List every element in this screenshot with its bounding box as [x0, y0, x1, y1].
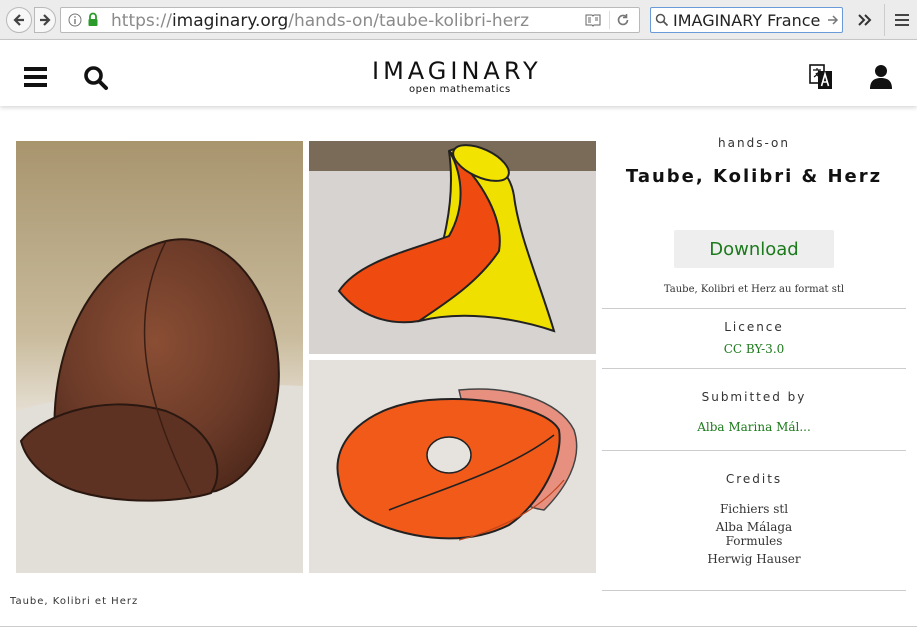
url-scheme: https://	[111, 11, 172, 31]
info-icon[interactable]	[68, 13, 82, 27]
site-header: IMAGINARY open mathematics	[0, 40, 917, 106]
search-text[interactable]: IMAGINARY France	[673, 11, 820, 30]
submitted-heading: Submitted by	[701, 390, 807, 404]
back-button[interactable]	[6, 7, 32, 33]
gallery-caption: Taube, Kolibri et Herz	[10, 596, 139, 607]
menu-icon[interactable]	[24, 67, 48, 87]
category-kicker[interactable]: hands-on	[602, 136, 906, 150]
download-button[interactable]: Download	[674, 230, 834, 268]
divider	[602, 590, 906, 591]
divider	[602, 308, 906, 309]
url-text[interactable]: https://imaginary.org/hands-on/taube-kol…	[111, 11, 529, 31]
licence-heading: Licence	[724, 320, 784, 334]
divider	[602, 450, 906, 451]
heart-sculpture-image	[309, 360, 596, 573]
forward-arrow-icon	[40, 14, 51, 26]
hummingbird-sculpture-image	[309, 141, 596, 354]
forward-button[interactable]	[34, 7, 56, 33]
search-bar[interactable]: IMAGINARY France	[650, 7, 843, 33]
translate-icon[interactable]	[808, 63, 834, 91]
search-icon[interactable]	[83, 65, 109, 91]
search-icon	[655, 13, 669, 27]
site-logo[interactable]: IMAGINARY	[372, 57, 542, 85]
credit-line: Herwig Hauser	[707, 552, 801, 566]
user-account-icon[interactable]	[869, 64, 893, 90]
credit-line: Formules	[725, 534, 783, 548]
page-title: Taube, Kolibri & Herz	[625, 166, 883, 187]
download-note: Taube, Kolibri et Herz au format stl	[663, 284, 845, 295]
address-bar[interactable]: https://imaginary.org/hands-on/taube-kol…	[60, 7, 640, 33]
submitter-link[interactable]: Alba Marina Mál...	[602, 420, 906, 434]
site-tagline: open mathematics	[409, 84, 511, 95]
licence-link[interactable]: CC BY-3.0	[602, 342, 906, 356]
browser-toolbar: https://imaginary.org/hands-on/taube-kol…	[0, 0, 917, 40]
hamburger-menu-icon[interactable]	[894, 12, 910, 28]
credit-line: Fichiers stl	[719, 502, 789, 516]
reload-icon[interactable]	[616, 13, 630, 27]
credit-line: Alba Málaga	[715, 520, 793, 534]
url-path: /hands-on/taube-kolibri-herz	[288, 11, 530, 31]
gallery-image-heart[interactable]	[309, 360, 596, 573]
page-bottom-border	[0, 626, 917, 627]
dove-sculpture-image	[16, 141, 303, 573]
url-domain: imaginary.org	[171, 11, 289, 31]
go-arrow-icon[interactable]	[827, 14, 839, 26]
back-arrow-icon	[13, 14, 24, 26]
reader-view-icon[interactable]	[585, 13, 601, 27]
divider	[602, 368, 906, 369]
double-chevron-icon[interactable]	[857, 13, 873, 27]
gallery-image-hummingbird[interactable]	[309, 141, 596, 354]
credits-heading: Credits	[725, 472, 783, 486]
lock-icon	[88, 12, 98, 26]
gallery-image-dove[interactable]	[16, 141, 303, 573]
